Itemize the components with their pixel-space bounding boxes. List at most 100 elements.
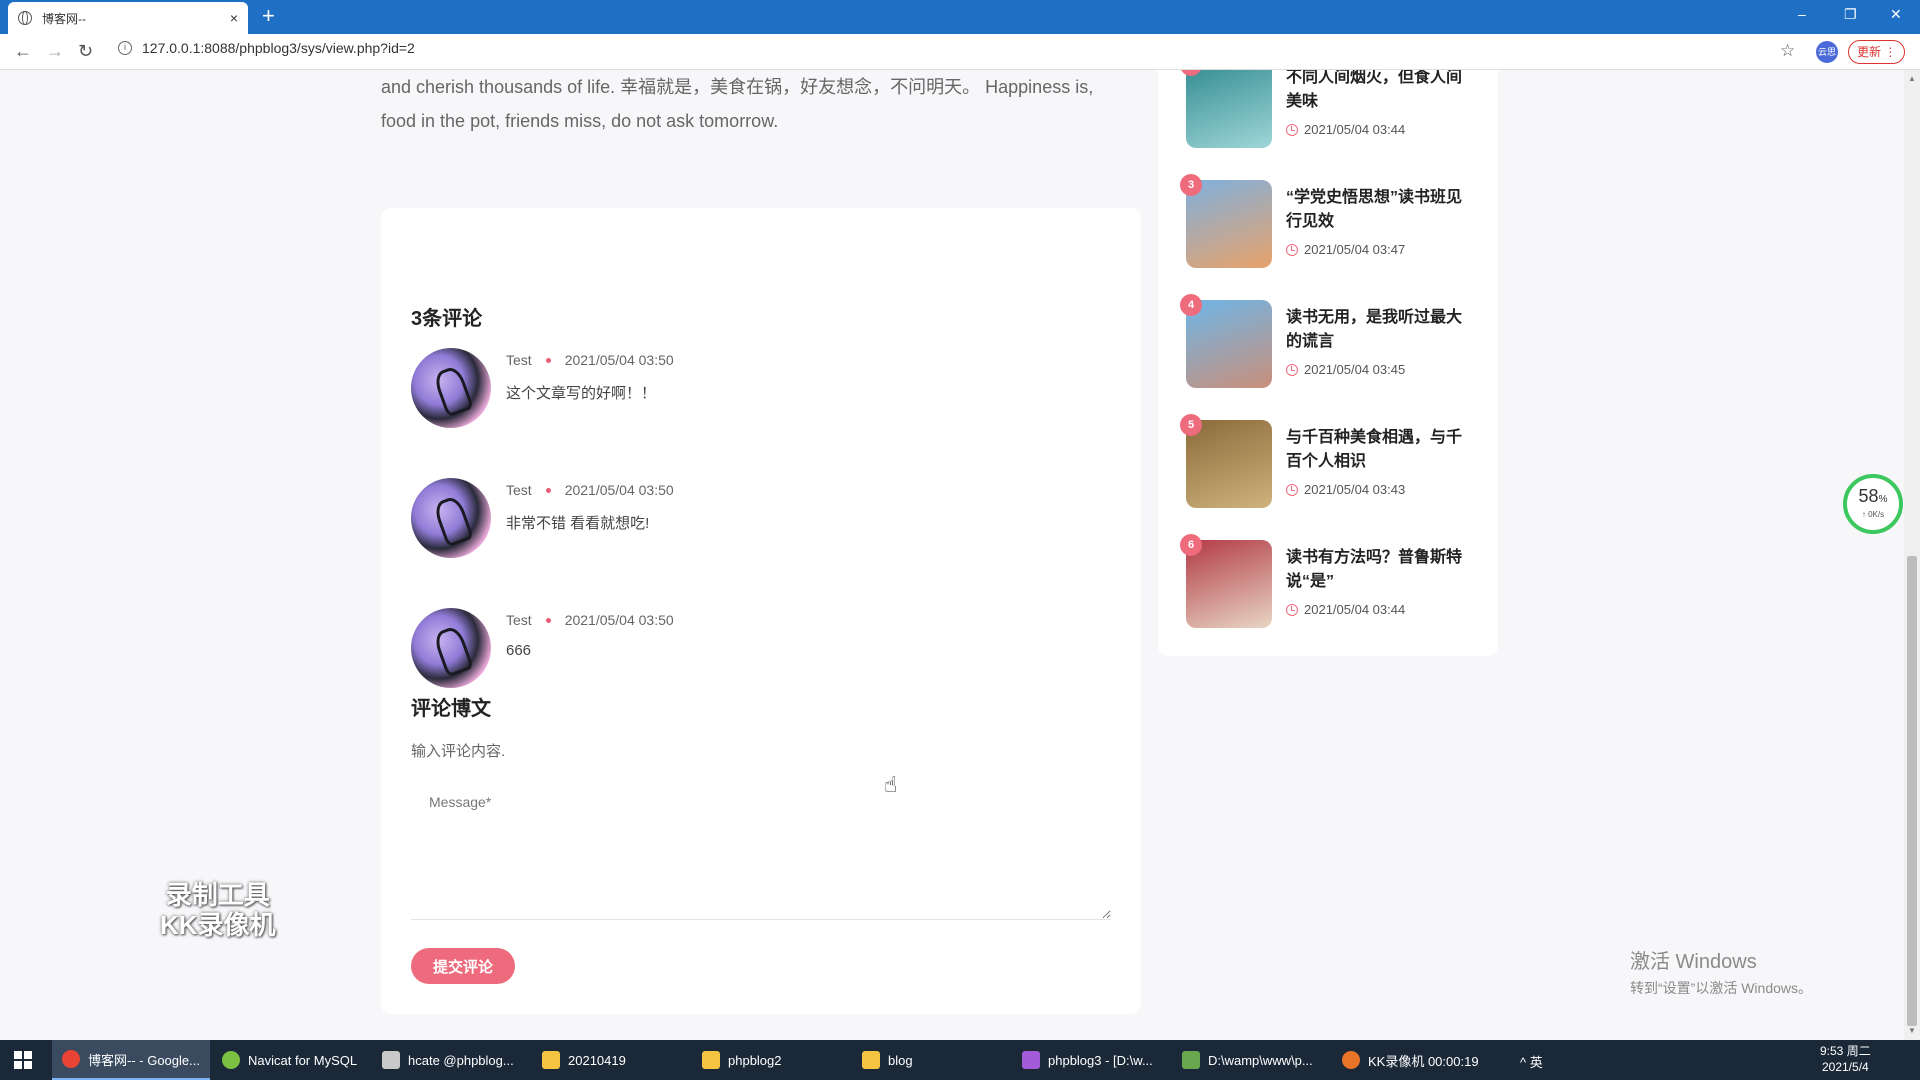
taskbar-item-folder[interactable]: blog [852,1040,1010,1080]
post-title[interactable]: 读书有方法吗？普鲁斯特说“是” [1286,546,1476,594]
post-title[interactable]: 与千百种美食相遇，与千百个人相识 [1286,426,1476,474]
comment-meta: Test 2021/05/04 03:50 [506,482,674,498]
comment-text: 非常不错 看看就想吃! [506,515,650,532]
clock-date: 2021/5/4 [1821,1060,1869,1074]
taskbar-item-label: D:\wamp\www\p... [1208,1052,1313,1068]
watermark-line1: 录制工具 [165,880,270,910]
windows-start-icon[interactable] [14,1051,32,1069]
network-speed-gauge[interactable]: 58% ↑ 0K/s [1843,474,1903,534]
post-thumbnail[interactable] [1186,70,1272,148]
message-textarea[interactable] [411,780,1111,920]
address-toolbar: ← → ↻ i 127.0.0.1:8088/phpblog3/sys/view… [0,34,1920,70]
post-date: 2021/05/04 03:44 [1286,122,1405,137]
windows-taskbar: 博客网-- - Google... Navicat for MySQL hcat… [0,1040,1920,1080]
sidebar-post[interactable]: 3 “学党史悟思想”读书班见行见效 2021/05/04 03:47 [1180,174,1486,272]
scrollbar-thumb[interactable] [1907,556,1917,1026]
comment-meta: Test 2021/05/04 03:50 [506,352,674,368]
browser-tab-strip: 博客网-- × + – ❐ ✕ [0,0,1920,34]
forward-arrow-icon[interactable]: → [46,41,64,62]
post-title[interactable]: 不同人间烟火，但食人间美味 [1286,70,1476,114]
clock-time: 9:53 周二 [1820,1044,1871,1058]
separator-dot [545,357,551,363]
separator-dot [545,617,551,623]
post-date: 2021/05/04 03:47 [1286,242,1405,257]
post-thumbnail[interactable] [1186,420,1272,508]
url-field[interactable]: i 127.0.0.1:8088/phpblog3/sys/view.php?i… [118,40,415,56]
taskbar-item-navicat[interactable]: Navicat for MySQL [212,1040,370,1080]
post-date: 2021/05/04 03:45 [1286,362,1405,377]
clock-icon [1286,603,1298,616]
info-icon[interactable]: i [118,41,132,55]
gauge-unit: % [1878,494,1888,505]
folder-icon [862,1051,880,1069]
taskbar-item-kk-recorder[interactable]: KK录像机 00:00:19 [1332,1040,1492,1080]
comment-item: Test 2021/05/04 03:50 这个文章写的好啊！！ [411,348,1111,448]
taskbar-item-hcate[interactable]: hcate @phpblog... [372,1040,530,1080]
update-label: 更新 [1857,45,1882,59]
bookmark-star-icon[interactable]: ☆ [1780,41,1795,61]
comments-section: 3条评论 Test 2021/05/04 03:50 这个文章写的好啊！！ Tes… [381,208,1141,1014]
taskbar-clock[interactable]: 9:53 周二 2021/5/4 [1820,1043,1871,1075]
new-tab-button[interactable]: + [262,5,275,27]
post-thumbnail[interactable] [1186,540,1272,628]
taskbar-item-phpstorm[interactable]: phpblog3 - [D:\w... [1012,1040,1170,1080]
rank-badge: 5 [1180,414,1202,436]
post-thumbnail[interactable] [1186,180,1272,268]
taskbar-item-notepad[interactable]: D:\wamp\www\p... [1172,1040,1330,1080]
scroll-down-icon[interactable]: ▼ [1908,1026,1916,1035]
gauge-speed: ↑ 0K/s [1861,510,1885,519]
clock-icon [1286,123,1298,136]
comment-date: 2021/05/04 03:50 [564,352,674,368]
page-scrollbar[interactable]: ▲ ▼ [1904,70,1920,1040]
taskbar-item-folder[interactable]: 20210419 [532,1040,690,1080]
comment-form-heading: 评论博文 [411,698,491,720]
folder-icon [542,1051,560,1069]
database-icon [382,1051,400,1069]
tab-title: 博客网-- [42,11,86,26]
reload-icon[interactable]: ↻ [78,41,93,62]
post-date-text: 2021/05/04 03:45 [1304,362,1406,377]
sidebar-post[interactable]: 5 与千百种美食相遇，与千百个人相识 2021/05/04 03:43 [1180,414,1486,512]
profile-avatar[interactable]: 云思 [1816,41,1838,63]
avatar [411,608,491,688]
tab-close-icon[interactable]: × [230,10,238,26]
tray-text: ^ 英 [1520,1055,1543,1070]
system-tray[interactable]: ^ 英 [1520,1052,1543,1071]
browser-tab[interactable]: 博客网-- × [8,2,248,34]
chrome-icon [62,1050,80,1068]
gauge-percent: 58 [1858,486,1879,506]
editor-icon [1182,1051,1200,1069]
avatar [411,348,491,428]
clock-icon [1286,363,1298,376]
folder-icon [702,1051,720,1069]
sidebar-post[interactable]: 2 不同人间烟火，但食人间美味 2021/05/04 03:44 [1180,70,1486,152]
post-thumbnail[interactable] [1186,300,1272,388]
restore-button[interactable]: ❐ [1844,6,1857,23]
taskbar-item-label: phpblog2 [728,1052,782,1068]
taskbar-item-chrome[interactable]: 博客网-- - Google... [52,1040,210,1080]
back-arrow-icon[interactable]: ← [14,41,32,62]
sidebar-post[interactable]: 4 读书无用，是我听过最大的谎言 2021/05/04 03:45 [1180,294,1486,392]
hand-cursor-icon: ☝ [884,772,898,797]
comment-date: 2021/05/04 03:50 [564,482,674,498]
taskbar-item-label: blog [888,1052,913,1068]
taskbar-item-folder[interactable]: phpblog2 [692,1040,850,1080]
windows-activation-notice: 激活 Windows 转到“设置”以激活 Windows。 [1630,945,1812,998]
post-date: 2021/05/04 03:44 [1286,602,1405,617]
post-date-text: 2021/05/04 03:44 [1304,602,1406,617]
minimize-button[interactable]: – [1798,6,1806,22]
comment-text: 这个文章写的好啊！！ [506,385,657,402]
globe-icon [18,11,32,25]
scroll-up-icon[interactable]: ▲ [1908,74,1916,83]
taskbar-item-label: 20210419 [568,1052,626,1068]
separator-dot [545,487,551,493]
post-title[interactable]: 读书无用，是我听过最大的谎言 [1286,306,1476,354]
clock-icon [1286,483,1298,496]
taskbar-item-label: 博客网-- - Google... [88,1052,200,1068]
post-title[interactable]: “学党史悟思想”读书班见行见效 [1286,186,1476,234]
update-button[interactable]: 更新 ⋮ [1848,40,1906,64]
close-window-button[interactable]: ✕ [1890,6,1902,23]
sidebar-post[interactable]: 6 读书有方法吗？普鲁斯特说“是” 2021/05/04 03:44 [1180,534,1486,632]
submit-comment-button[interactable]: 提交评论 [411,948,515,984]
recorder-watermark: 录制工具 KK录像机 [160,880,276,940]
